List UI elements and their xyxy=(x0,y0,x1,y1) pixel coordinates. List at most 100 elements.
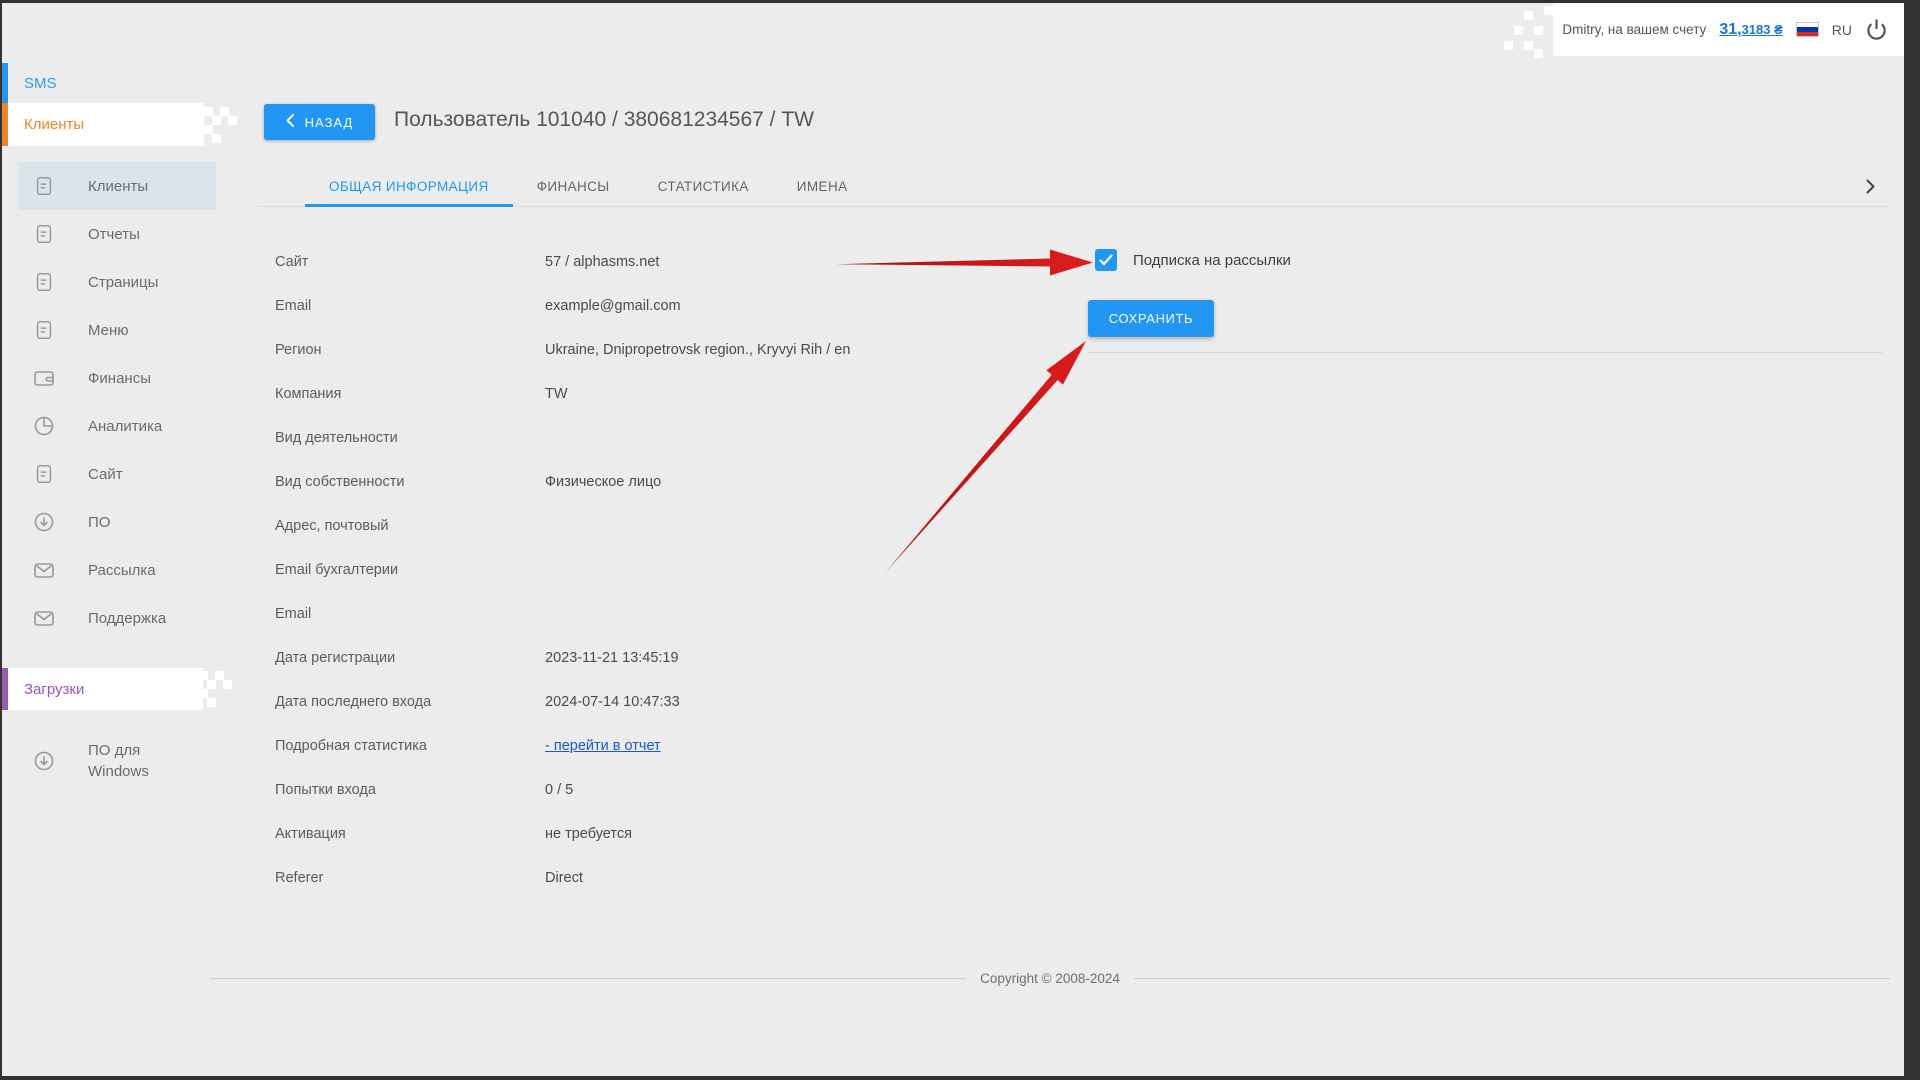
pixel-decoration xyxy=(1534,49,1543,58)
back-button[interactable]: НАЗАД xyxy=(264,104,375,140)
form-row: Вид деятельности xyxy=(275,416,1065,460)
field-value: 2024-07-14 10:47:33 xyxy=(545,694,680,710)
field-label: Адрес, почтовый xyxy=(275,518,545,534)
sidebar-item-support[interactable]: Поддержка xyxy=(18,594,216,642)
download-icon xyxy=(30,508,58,536)
document-icon xyxy=(30,460,58,488)
field-label: Регион xyxy=(275,342,545,358)
field-value: TW xyxy=(545,386,568,402)
field-label: Вид собственности xyxy=(275,474,545,490)
field-value: Ukraine, Dnipropetrovsk region., Kryvyi … xyxy=(545,342,850,358)
sidebar-nav: Клиенты Отчеты Страницы Меню Финансы Ана… xyxy=(18,162,216,642)
document-icon xyxy=(30,316,58,344)
form-row: RefererDirect xyxy=(275,856,1065,900)
form-row: Emailexample@gmail.com xyxy=(275,284,1065,328)
form-row: Email xyxy=(275,592,1065,636)
tab-finances[interactable]: ФИНАНСЫ xyxy=(513,167,634,206)
pixel-decoration xyxy=(1514,26,1523,35)
tab-statistics[interactable]: СТАТИСТИКА xyxy=(634,167,773,206)
sidebar-item-finances[interactable]: Финансы xyxy=(18,354,216,402)
subscribe-checkbox[interactable] xyxy=(1095,249,1117,271)
pixel-decoration xyxy=(1504,41,1513,50)
pixel-decoration xyxy=(1524,11,1533,20)
field-value: example@gmail.com xyxy=(545,298,681,314)
form-row: Активацияне требуется xyxy=(275,812,1065,856)
sidebar-item-pages[interactable]: Страницы xyxy=(18,258,216,306)
pixel-decoration xyxy=(220,107,229,116)
subscribe-row: Подписка на рассылки xyxy=(1095,249,1291,271)
form-row: КомпанияTW xyxy=(275,372,1065,416)
field-label: Дата регистрации xyxy=(275,650,545,666)
sidebar-item-menu[interactable]: Меню xyxy=(18,306,216,354)
language-label[interactable]: RU xyxy=(1832,22,1852,38)
pixel-decoration xyxy=(1544,6,1553,15)
pixel-decoration xyxy=(215,671,224,680)
field-label: Дата последнего входа xyxy=(275,694,545,710)
form-row: Вид собственностиФизическое лицо xyxy=(275,460,1065,504)
field-value: не требуется xyxy=(545,826,632,842)
field-label: Попытки входа xyxy=(275,782,545,798)
user-balance-text: Dmitry, на вашем счету xyxy=(1562,22,1706,37)
section-label: Загрузки xyxy=(24,681,84,698)
document-icon xyxy=(30,220,58,248)
envelope-icon xyxy=(30,556,58,584)
field-label: Подробная статистика xyxy=(275,738,545,754)
pixel-decoration xyxy=(212,116,221,125)
section-label: Клиенты xyxy=(24,116,84,133)
russian-flag-icon[interactable] xyxy=(1796,22,1819,37)
wallet-icon xyxy=(30,364,58,392)
sidebar-item-site[interactable]: Сайт xyxy=(18,450,216,498)
subscribe-label: Подписка на рассылки xyxy=(1133,252,1291,269)
field-label: Компания xyxy=(275,386,545,402)
field-value: 0 / 5 xyxy=(545,782,573,798)
save-button[interactable]: СОХРАНИТЬ xyxy=(1088,300,1214,337)
tab-bar: ОБЩАЯ ИНФОРМАЦИЯ ФИНАНСЫ СТАТИСТИКА ИМЕН… xyxy=(258,167,1890,207)
sidebar-item-software-windows[interactable]: ПО для Windows xyxy=(18,730,216,792)
pixel-decoration xyxy=(199,689,208,698)
tabs-scroll-right-icon[interactable] xyxy=(1856,172,1884,200)
field-label: Email бухгалтерии xyxy=(275,562,545,578)
logout-power-icon[interactable] xyxy=(1865,18,1888,41)
form-row: Попытки входа0 / 5 xyxy=(275,768,1065,812)
sidebar-section-clients[interactable]: Клиенты xyxy=(2,103,204,146)
report-link[interactable]: - перейти в отчет xyxy=(545,738,661,754)
download-icon xyxy=(30,747,58,775)
pixel-decoration xyxy=(199,671,208,680)
form-row: Дата регистрации2023-11-21 13:45:19 xyxy=(275,636,1065,680)
chevron-left-icon xyxy=(286,114,294,130)
admin-page: Dmitry, на вашем счету 31,3183 ₴ RU SMS … xyxy=(0,0,1920,1080)
divider xyxy=(1134,978,1890,979)
field-label: Referer xyxy=(275,870,545,886)
form-row: Email бухгалтерии xyxy=(275,548,1065,592)
field-label: Email xyxy=(275,606,545,622)
field-value: Direct xyxy=(545,870,583,886)
pixel-decoration xyxy=(204,107,213,116)
form-row: РегионUkraine, Dnipropetrovsk region., K… xyxy=(275,328,1065,372)
sidebar-item-clients[interactable]: Клиенты xyxy=(18,162,216,210)
field-label: Вид деятельности xyxy=(275,430,545,446)
document-icon xyxy=(30,268,58,296)
sidebar-item-analytics[interactable]: Аналитика xyxy=(18,402,216,450)
user-details-form: Сайт57 / alphasms.net Emailexample@gmail… xyxy=(275,240,1065,900)
envelope-icon xyxy=(30,604,58,632)
field-label: Активация xyxy=(275,826,545,842)
sidebar-item-reports[interactable]: Отчеты xyxy=(18,210,216,258)
pixel-decoration xyxy=(207,698,216,707)
pixel-decoration xyxy=(212,134,221,143)
field-label: Сайт xyxy=(275,254,545,270)
balance-link[interactable]: 31,3183 ₴ xyxy=(1719,21,1782,39)
pixel-decoration xyxy=(228,116,237,125)
page-title: Пользователь 101040 / 380681234567 / TW xyxy=(394,108,814,132)
sidebar-section-downloads[interactable]: Загрузки xyxy=(2,668,203,710)
divider xyxy=(1088,352,1882,353)
tab-names[interactable]: ИМЕНА xyxy=(773,167,872,206)
pie-chart-icon xyxy=(30,412,58,440)
sidebar-item-mailing[interactable]: Рассылка xyxy=(18,546,216,594)
pixel-decoration xyxy=(204,125,213,134)
field-label: Email xyxy=(275,298,545,314)
section-label: SMS xyxy=(24,75,57,92)
sidebar-section-sms[interactable]: SMS xyxy=(2,63,204,103)
sidebar-item-software[interactable]: ПО xyxy=(18,498,216,546)
tab-general-info[interactable]: ОБЩАЯ ИНФОРМАЦИЯ xyxy=(305,167,513,206)
document-icon xyxy=(30,172,58,200)
